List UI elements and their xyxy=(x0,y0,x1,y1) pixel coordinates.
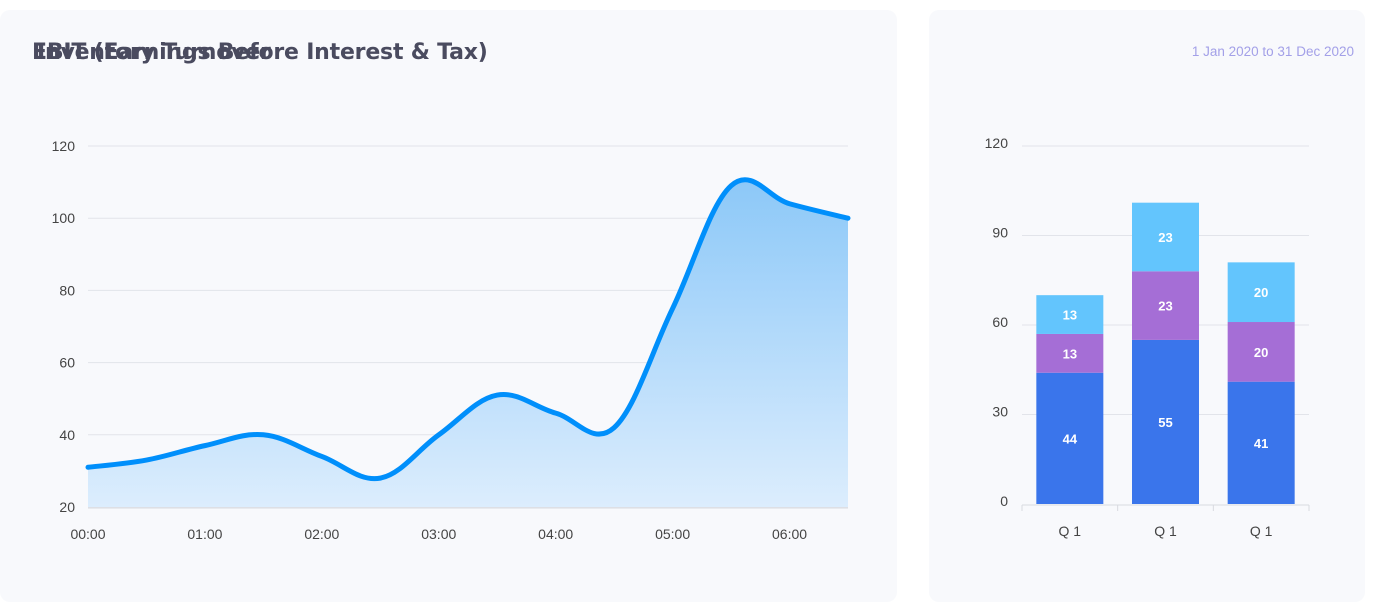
inventory-bar-data-label: 23 xyxy=(1158,299,1172,314)
inventory-bar-data-label: 55 xyxy=(1158,415,1172,430)
inventory-bar-data-label: 20 xyxy=(1254,285,1268,300)
inventory-y-tick-label: 90 xyxy=(992,225,1008,241)
inventory-bar-data-label: 41 xyxy=(1254,436,1268,451)
inventory-x-tick-label: Q 1 xyxy=(1154,523,1177,539)
inventory-bar-data-label: 23 xyxy=(1158,230,1172,245)
inventory-bar-data-label: 13 xyxy=(1063,308,1077,323)
inventory-x-tick-label: Q 1 xyxy=(1250,523,1273,539)
inventory-y-tick-label: 120 xyxy=(985,135,1009,151)
inventory-x-tick-label: Q 1 xyxy=(1059,523,1082,539)
inventory-y-tick-label: 30 xyxy=(992,404,1008,420)
inventory-y-tick-label: 0 xyxy=(1000,493,1008,509)
inventory-bar-data-label: 20 xyxy=(1254,345,1268,360)
inventory-stacked-bar-chart: 0 30 60 90 120 44 13 13 Q 1 55 23 23 Q 1 41 20 20 Q 1 xyxy=(985,135,1310,539)
inventory-bar-data-label: 44 xyxy=(1063,431,1078,446)
inventory-bar-data-label: 13 xyxy=(1063,346,1077,361)
inventory-y-tick-label: 60 xyxy=(992,314,1008,330)
